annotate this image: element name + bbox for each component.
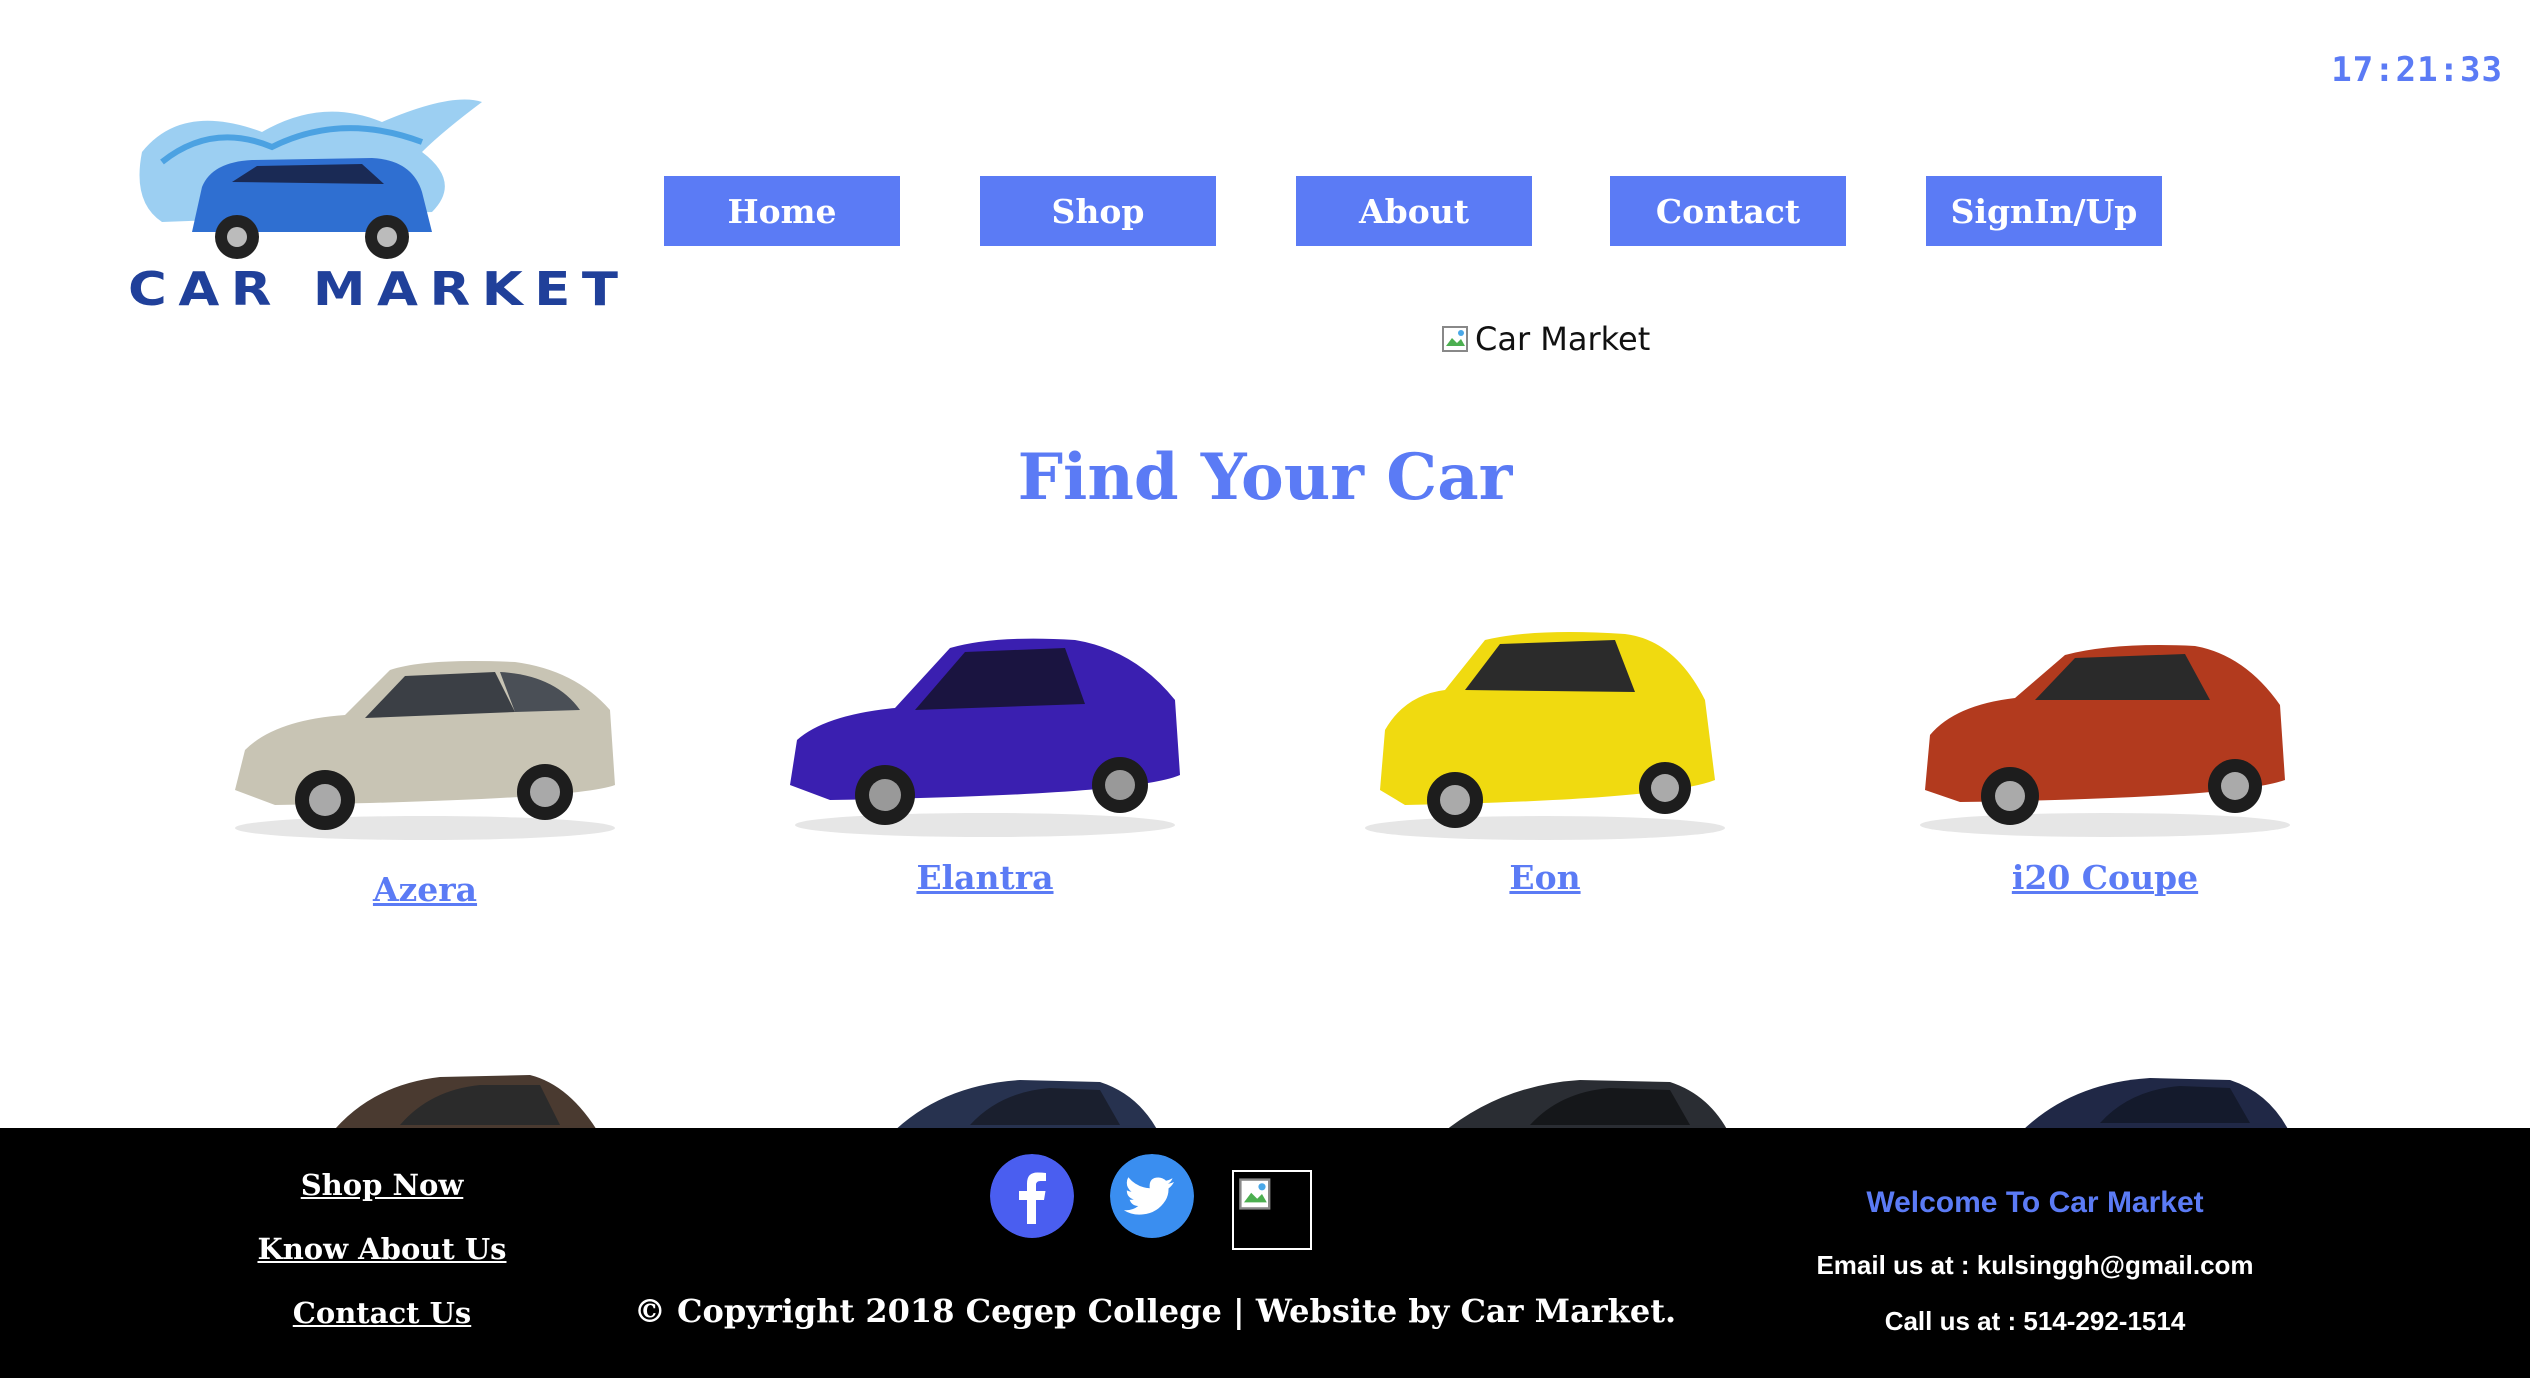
car-image-partial[interactable] xyxy=(1420,1070,1740,1135)
facebook-icon[interactable] xyxy=(990,1154,1074,1238)
car-link-azera[interactable]: Azera xyxy=(373,870,477,909)
broken-image-icon xyxy=(1239,1178,1271,1210)
broken-image-icon xyxy=(1442,326,1468,352)
car-image-partial[interactable] xyxy=(310,1065,610,1135)
car-link-eon[interactable]: Eon xyxy=(1509,858,1580,897)
car-card-eon[interactable]: Eon xyxy=(1315,600,1775,897)
page-title: Find Your Car xyxy=(1017,440,1513,515)
car-image[interactable] xyxy=(1335,600,1755,850)
footer-broken-image[interactable] xyxy=(1232,1170,1312,1250)
footer: Shop Now Know About Us Contact Us © Copy… xyxy=(0,1128,2530,1378)
footer-phone-text: Call us at : 514-292-1514 xyxy=(1884,1306,2186,1336)
footer-email-text: Email us at : kulsinggh@gmail.com xyxy=(1816,1250,2254,1280)
nav-about-button[interactable]: About xyxy=(1296,176,1532,246)
car-link-i20-coupe[interactable]: i20 Coupe xyxy=(2012,858,2198,897)
logo[interactable]: CAR MARKET xyxy=(122,92,618,322)
car-image[interactable] xyxy=(775,600,1195,850)
car-image-partial[interactable] xyxy=(2000,1068,2300,1133)
clock: 17:21:33 xyxy=(2331,50,2503,90)
footer-shop-now-link[interactable]: Shop Now xyxy=(182,1168,582,1202)
nav-contact-button[interactable]: Contact xyxy=(1610,176,1846,246)
car-image-partial[interactable] xyxy=(870,1070,1170,1135)
banner-image: Car Market xyxy=(1441,320,1650,358)
car-card-azera[interactable]: Azera xyxy=(195,600,655,909)
footer-know-about-us-link[interactable]: Know About Us xyxy=(182,1232,582,1266)
banner-alt-text: Car Market xyxy=(1475,320,1651,358)
car-card-elantra[interactable]: Elantra xyxy=(755,600,1215,897)
twitter-icon[interactable] xyxy=(1110,1154,1194,1238)
logo-text: CAR MARKET xyxy=(128,262,630,316)
car-image[interactable] xyxy=(215,600,635,850)
car-image[interactable] xyxy=(1895,600,2315,850)
nav-signin-button[interactable]: SignIn/Up xyxy=(1926,176,2162,246)
car-link-elantra[interactable]: Elantra xyxy=(916,858,1053,897)
footer-welcome-text: Welcome To Car Market xyxy=(1866,1186,2204,1219)
car-card-i20-coupe[interactable]: i20 Coupe xyxy=(1875,600,2335,897)
nav-home-button[interactable]: Home xyxy=(664,176,900,246)
logo-car-splash-icon xyxy=(139,99,482,259)
nav-shop-button[interactable]: Shop xyxy=(980,176,1216,246)
